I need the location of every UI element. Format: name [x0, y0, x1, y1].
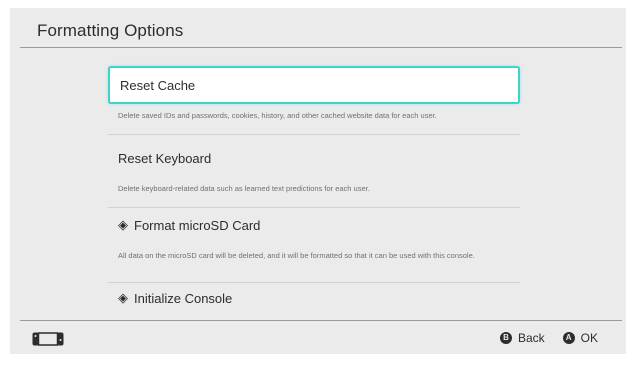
- page-title: Formatting Options: [37, 21, 184, 40]
- menu-item-label[interactable]: ◈ Format microSD Card: [108, 208, 520, 242]
- menu-item-description: Delete saved IDs and passwords, cookies,…: [108, 102, 520, 135]
- ok-button[interactable]: A OK: [562, 331, 598, 345]
- menu-item-reset-keyboard[interactable]: Reset Keyboard Delete keyboard-related d…: [108, 141, 520, 208]
- b-button-icon: B: [499, 332, 512, 344]
- header: Formatting Options: [10, 8, 626, 48]
- back-button[interactable]: B Back: [499, 331, 545, 345]
- options-list: Reset Cache Delete saved IDs and passwor…: [108, 68, 520, 313]
- settings-screen: Formatting Options Reset Cache Delete sa…: [10, 8, 626, 354]
- switch-console-icon: [32, 332, 64, 346]
- ok-label: OK: [580, 331, 598, 345]
- a-button-icon: A: [562, 332, 575, 344]
- menu-item-label[interactable]: ◈ Initialize Console: [108, 283, 520, 313]
- menu-item-initialize-console[interactable]: ◈ Initialize Console: [108, 283, 520, 313]
- menu-item-label[interactable]: Reset Cache: [110, 68, 518, 102]
- menu-item-reset-cache[interactable]: Reset Cache Delete saved IDs and passwor…: [108, 68, 520, 135]
- diamond-warning-icon: ◈: [118, 290, 128, 305]
- menu-item-description: Delete keyboard-related data such as lea…: [108, 175, 520, 208]
- menu-item-label-text: Reset Keyboard: [118, 150, 212, 166]
- menu-item-label[interactable]: Reset Keyboard: [108, 141, 520, 175]
- diamond-warning-icon: ◈: [118, 217, 128, 232]
- header-divider: [20, 47, 622, 48]
- back-label: Back: [517, 331, 545, 345]
- menu-item-format-microsd[interactable]: ◈ Format microSD Card All data on the mi…: [108, 208, 520, 283]
- footer-bar: B Back A OK: [10, 321, 626, 354]
- menu-item-label-text: Reset Cache: [120, 77, 196, 93]
- footer-buttons: B Back A OK: [499, 331, 598, 345]
- menu-item-description: All data on the microSD card will be del…: [108, 242, 520, 283]
- menu-item-label-text: Initialize Console: [134, 290, 233, 306]
- menu-item-label-text: Format microSD Card: [134, 217, 261, 233]
